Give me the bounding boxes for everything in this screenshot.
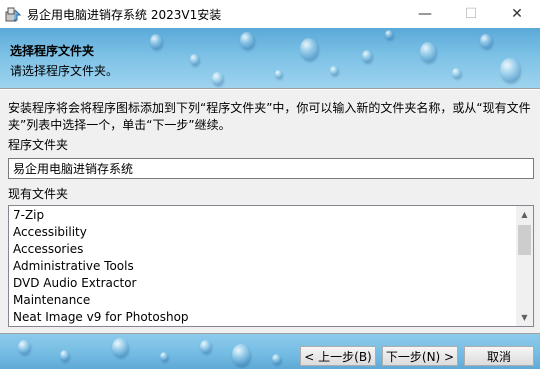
title-bar: 易企用电脑进销存系统 2023V1安装 — ☐ ✕ (0, 0, 540, 28)
list-item[interactable]: 7-Zip (9, 207, 516, 224)
scrollbar-thumb[interactable] (518, 225, 531, 255)
list-item[interactable]: Administrative Tools (9, 258, 516, 275)
header-title: 选择程序文件夹 (10, 44, 95, 58)
wizard-header: 选择程序文件夹 请选择程序文件夹。 (0, 28, 540, 88)
list-item[interactable]: Accessories (9, 241, 516, 258)
header-subtitle: 请选择程序文件夹。 (10, 64, 119, 78)
close-button[interactable]: ✕ (494, 0, 540, 28)
installer-icon (4, 5, 22, 23)
water-drop (60, 350, 69, 361)
list-item[interactable]: Neat Image v9 for Photoshop (9, 309, 516, 326)
water-drop (385, 30, 393, 39)
instructions-text: 安装程序将会将程序图标添加到下列“程序文件夹”中，你可以输入新的文件夹名称，或从… (8, 101, 531, 132)
water-drop (275, 70, 282, 78)
water-drop (420, 42, 436, 62)
water-drop (212, 72, 223, 85)
wizard-footer: < 上一步(B) 下一步(N) > 取消 (0, 334, 540, 369)
program-folder-input[interactable] (8, 158, 534, 179)
water-drop (190, 54, 199, 65)
window-title: 易企用电脑进销存系统 2023V1安装 (27, 7, 222, 22)
water-drop (452, 68, 461, 78)
vertical-scrollbar[interactable]: ▲ ▼ (516, 206, 533, 326)
existing-folders-list[interactable]: 7-Zip Accessibility Accessories Administ… (8, 205, 534, 327)
cancel-button[interactable]: 取消 (464, 346, 534, 366)
water-drop (500, 58, 520, 82)
list-item[interactable]: Accessibility (9, 224, 516, 241)
list-item[interactable]: DVD Audio Extractor (9, 275, 516, 292)
water-drop (160, 352, 168, 361)
program-folder-label: 程序文件夹 (8, 138, 69, 152)
water-drop (200, 340, 211, 353)
water-drop (480, 34, 492, 48)
list-item[interactable]: Maintenance (9, 292, 516, 309)
water-drop (362, 50, 372, 62)
chevron-down-icon[interactable]: ▼ (516, 309, 533, 326)
maximize-button: ☐ (464, 6, 478, 22)
water-drop (300, 38, 318, 60)
water-drop (330, 66, 338, 75)
next-button[interactable]: 下一步(N) > (382, 346, 458, 366)
water-drop (112, 338, 128, 357)
water-drop (272, 354, 281, 364)
existing-folders-label: 现有文件夹 (8, 187, 69, 201)
water-drop (150, 34, 162, 49)
back-button[interactable]: < 上一步(B) (300, 346, 376, 366)
chevron-up-icon[interactable]: ▲ (516, 206, 533, 223)
minimize-button[interactable]: — (402, 0, 448, 28)
water-drop (232, 344, 250, 366)
water-drop (18, 340, 30, 354)
header-divider (0, 88, 540, 90)
water-drop (240, 32, 254, 49)
